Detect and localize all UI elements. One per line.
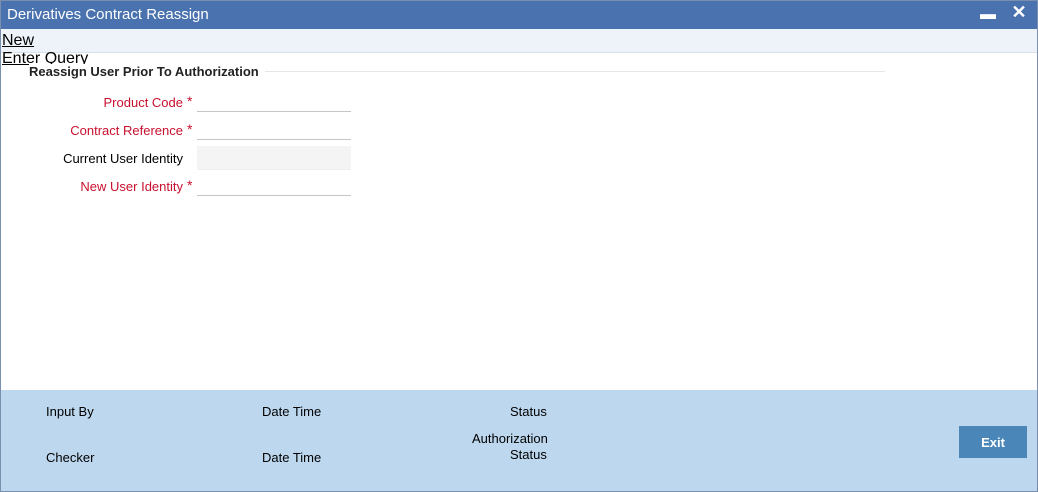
new-user-identity-input[interactable] [197, 172, 351, 196]
checker-label: Checker [46, 450, 95, 465]
close-icon[interactable]: ✕ [1008, 1, 1030, 27]
title-bar[interactable]: Derivatives Contract Reassign ▬ ✕ [1, 1, 1037, 29]
contract-reference-label: Contract Reference [70, 123, 183, 138]
exit-button[interactable]: Exit [959, 426, 1027, 458]
input-by-label: Input By [46, 404, 94, 419]
section-title: Reassign User Prior To Authorization [29, 64, 265, 79]
contract-reference-input[interactable] [197, 116, 351, 140]
new-user-identity-required-marker: * [187, 177, 193, 193]
checker-date-time-label: Date Time [262, 450, 322, 465]
current-user-identity-field [197, 146, 351, 170]
window-title: Derivatives Contract Reassign [7, 6, 209, 23]
authorization-status-label-line1: Authorization [472, 431, 548, 446]
section-divider [263, 71, 885, 72]
minimize-icon[interactable]: ▬ [977, 1, 999, 27]
new-user-identity-label: New User Identity [80, 179, 183, 194]
current-user-identity-label: Current User Identity [63, 151, 183, 166]
status-label: Status [510, 404, 547, 419]
app-window: Derivatives Contract Reassign ▬ ✕ New En… [0, 0, 1038, 492]
product-code-required-marker: * [187, 93, 193, 109]
input-date-time-label: Date Time [262, 404, 322, 419]
new-link[interactable]: New [2, 32, 34, 50]
authorization-status-label-line2: Status [510, 447, 547, 462]
product-code-input[interactable] [197, 88, 351, 112]
menu-bar [1, 29, 1037, 53]
product-code-label: Product Code [103, 95, 184, 110]
contract-reference-required-marker: * [187, 121, 193, 137]
